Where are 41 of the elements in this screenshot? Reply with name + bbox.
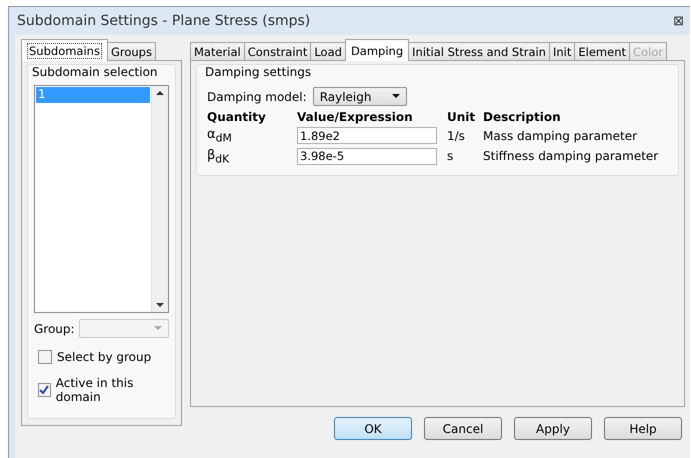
damping-model-dropdown[interactable]: Rayleigh: [312, 87, 407, 106]
tab[interactable]: Subdomains: [21, 39, 108, 61]
group-title: Subdomain selection: [32, 65, 159, 79]
unit-text: 1/s: [447, 128, 466, 143]
description-text: Stiffness damping parameter: [483, 149, 660, 164]
dialog-button[interactable]: OK: [334, 417, 412, 440]
checkbox[interactable]: [38, 350, 52, 364]
tab[interactable]: Element: [574, 42, 630, 61]
checkbox-label[interactable]: Active in this domain: [38, 376, 169, 404]
dialog-button[interactable]: Apply: [514, 417, 592, 440]
tab[interactable]: Groups: [106, 42, 156, 61]
column-header: Quantity: [207, 110, 267, 124]
scrollbar[interactable]: [151, 86, 168, 312]
checkbox[interactable]: [38, 383, 51, 397]
column-header: Unit: [447, 110, 476, 124]
damping-model-label: Damping model:: [207, 90, 307, 104]
group-title: Damping settings: [205, 65, 312, 79]
column-header: Value/Expression: [297, 110, 414, 124]
value-field[interactable]: 3.98e-5: [297, 148, 437, 165]
unit-text: s: [447, 149, 454, 164]
tab[interactable]: Material: [190, 42, 245, 61]
value-field[interactable]: 1.89e2: [297, 127, 437, 144]
dialog-button[interactable]: Cancel: [424, 417, 502, 440]
group-label: Group:: [34, 322, 75, 336]
close-button[interactable]: ⊠: [671, 14, 686, 28]
column-header: Description: [483, 110, 562, 124]
dropdown-arrow-icon: [154, 326, 162, 331]
tab[interactable]: Damping: [344, 39, 410, 61]
tab[interactable]: Load: [310, 42, 346, 61]
checkbox-label[interactable]: Select by group: [38, 350, 169, 364]
dropdown-arrow-icon: [392, 94, 400, 99]
quantity-symbol: α$_{dM}$: [207, 127, 233, 145]
dialog-button[interactable]: Help: [604, 417, 682, 440]
tab[interactable]: Constraint: [244, 42, 312, 61]
description-text: Mass damping parameter: [483, 128, 638, 143]
scroll-down-icon[interactable]: [156, 302, 164, 308]
tab[interactable]: Initial Stress and Strain: [408, 42, 550, 61]
window-title: Subdomain Settings - Plane Stress (smps): [17, 13, 310, 29]
scroll-up-icon[interactable]: [156, 90, 164, 96]
quantity-symbol: β$_{dK}$: [207, 148, 230, 166]
check-icon: [39, 385, 50, 395]
